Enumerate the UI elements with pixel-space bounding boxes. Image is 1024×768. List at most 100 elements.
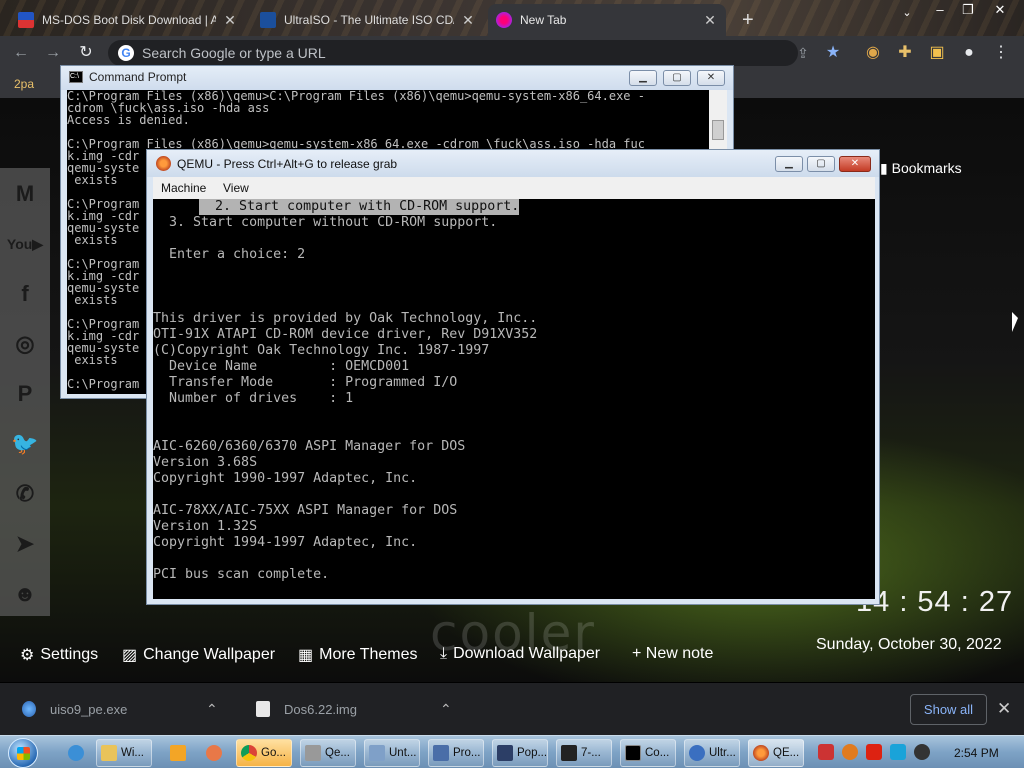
dos-line: Device Name : OEMCD001	[153, 359, 410, 374]
app-icon	[497, 745, 513, 761]
start-button[interactable]	[8, 738, 38, 768]
qemu-menu-bar: Machine View	[153, 177, 875, 199]
taskbar-item-command-prompt[interactable]: Co...	[620, 739, 676, 767]
bookmark-item[interactable]: 2pa	[14, 77, 34, 91]
dos-line: Version 1.32S	[153, 519, 258, 534]
facebook-icon[interactable]: f	[4, 274, 46, 314]
back-icon[interactable]: ←	[10, 42, 32, 64]
taskbar-label: Qe...	[325, 747, 350, 759]
close-window-icon[interactable]: ✕	[990, 2, 1010, 20]
tab-msdos-boot-disk[interactable]: MS-DOS Boot Disk Download | A ✕	[10, 4, 246, 36]
cmd-title-bar[interactable]: C:\ Command Prompt ▁ ▢ ✕	[61, 66, 733, 90]
ie-pinned[interactable]	[62, 739, 90, 767]
more-themes-label: More Themes	[319, 646, 418, 663]
extension-icon[interactable]: ◉	[862, 42, 884, 64]
minimize-icon[interactable]: –	[930, 2, 950, 20]
plus-icon: +	[742, 8, 754, 31]
taskbar-item-chrome[interactable]: Go...	[236, 739, 292, 767]
taskbar-label: Ultr...	[709, 747, 736, 759]
close-button[interactable]: ✕	[697, 70, 725, 86]
share-icon[interactable]: ⇪	[792, 42, 814, 64]
highlighted-menu-option: 2. Start computer with CD-ROM support.	[199, 199, 520, 215]
dos-line: Copyright 1994-1997 Adaptec, Inc.	[153, 535, 418, 550]
dos-line: 3. Start computer without CD-ROM support…	[153, 215, 498, 230]
ultraiso-icon	[260, 12, 276, 28]
reddit-icon[interactable]: ☻	[4, 574, 46, 614]
tray-search-icon[interactable]	[842, 744, 858, 760]
media-player-pinned[interactable]	[164, 739, 192, 767]
show-all-button[interactable]: Show all	[910, 694, 987, 725]
tray-volume-icon[interactable]	[914, 744, 930, 760]
close-tab-icon[interactable]: ✕	[222, 12, 238, 29]
taskbar-item-pop[interactable]: Pop...	[492, 739, 548, 767]
windows-logo-icon	[17, 747, 30, 760]
taskbar-item-windows-explorer[interactable]: Wi...	[96, 739, 152, 767]
bookmarks-folder[interactable]: ▮ Bookmarks	[880, 160, 962, 177]
instagram-icon[interactable]: ◎	[4, 324, 46, 364]
tab-ultraiso[interactable]: UltraISO - The Ultimate ISO CD/ ✕	[252, 4, 484, 36]
telegram-icon[interactable]: ➤	[4, 524, 46, 564]
settings-link[interactable]: ⚙ Settings	[20, 645, 98, 665]
download-item-uiso9[interactable]: uiso9_pe.exe ⌃	[22, 683, 228, 735]
dos-line: This driver is provided by Oak Technolog…	[153, 311, 538, 326]
change-wallpaper-link[interactable]: ▨ Change Wallpaper	[122, 645, 275, 665]
tray-flag-icon[interactable]	[866, 744, 882, 760]
omnibox-input[interactable]	[142, 44, 642, 62]
taskbar-item-untitled[interactable]: Unt...	[364, 739, 420, 767]
tray-network-icon[interactable]	[890, 744, 906, 760]
console-icon: C:\	[69, 71, 83, 83]
restore-icon[interactable]: ❐	[958, 2, 978, 20]
qemu-window[interactable]: QEMU - Press Ctrl+Alt+G to release grab …	[146, 149, 880, 605]
close-shelf-icon[interactable]: ✕	[997, 699, 1011, 719]
download-wallpaper-link[interactable]: ⤓ Download Wallpaper	[440, 645, 600, 663]
maximize-button[interactable]: ▢	[807, 156, 835, 172]
menu-kebab-icon[interactable]: ⋮	[990, 42, 1012, 64]
tab-new-tab[interactable]: New Tab ✕	[488, 4, 726, 36]
download-item-dos622[interactable]: Dos6.22.img ⌃	[256, 683, 462, 735]
tray-app-icon[interactable]	[818, 744, 834, 760]
close-tab-icon[interactable]: ✕	[460, 12, 476, 29]
minimize-button[interactable]: ▁	[775, 156, 803, 172]
taskbar-item-ultraiso[interactable]: Ultr...	[684, 739, 740, 767]
gmail-icon[interactable]: M	[4, 174, 46, 214]
youtube-icon[interactable]: You▶	[4, 224, 46, 264]
scroll-thumb[interactable]	[712, 120, 724, 140]
qemu-title-bar[interactable]: QEMU - Press Ctrl+Alt+G to release grab …	[147, 150, 879, 177]
taskbar-item-7zip[interactable]: 7-...	[556, 739, 612, 767]
whatsapp-icon[interactable]: ✆	[4, 474, 46, 514]
social-sidebar: M You▶ f ◎ P 🐦 ✆ ➤ ☻	[0, 168, 50, 616]
pinterest-icon[interactable]: P	[4, 374, 46, 414]
maximize-button[interactable]: ▢	[663, 70, 691, 86]
bookmarks-label: Bookmarks	[891, 160, 962, 176]
tab-search-icon[interactable]: ⌄	[900, 6, 914, 24]
menu-view[interactable]: View	[223, 181, 249, 195]
console-icon	[625, 745, 641, 761]
address-bar[interactable]: G	[108, 40, 798, 66]
menu-machine[interactable]: Machine	[161, 181, 206, 195]
taskbar-item-qemu[interactable]: Qe...	[300, 739, 356, 767]
chevron-up-icon[interactable]: ⌃	[440, 701, 452, 718]
chevron-up-icon[interactable]: ⌃	[206, 701, 218, 718]
taskbar-item-qemu-active[interactable]: QE...	[748, 739, 804, 767]
site-flag-icon	[18, 12, 34, 28]
taskbar-item-pro[interactable]: Pro...	[428, 739, 484, 767]
new-note-link[interactable]: + New note	[632, 645, 713, 663]
taskbar-clock[interactable]: 2:54 PM	[954, 746, 999, 760]
new-tab-button[interactable]: +	[734, 4, 764, 36]
dos-line: Number of drives : 1	[153, 391, 354, 406]
qemu-display[interactable]: 2. Start computer with CD-ROM support. 3…	[153, 199, 875, 599]
twitter-icon[interactable]: 🐦	[4, 424, 46, 464]
google-icon: G	[118, 45, 134, 61]
profile-avatar-icon[interactable]: ●	[958, 42, 980, 64]
reload-icon[interactable]: ↻	[75, 42, 97, 64]
paint-pinned[interactable]	[200, 739, 228, 767]
bookmark-star-icon[interactable]: ★	[822, 42, 844, 64]
minimize-button[interactable]: ▁	[629, 70, 657, 86]
close-tab-icon[interactable]: ✕	[702, 12, 718, 29]
side-panel-icon[interactable]: ▣	[926, 42, 948, 64]
installer-file-icon	[22, 701, 36, 717]
forward-icon[interactable]: →	[42, 42, 64, 64]
close-button[interactable]: ✕	[839, 156, 871, 172]
extensions-puzzle-icon[interactable]: ✚	[894, 42, 916, 64]
more-themes-link[interactable]: ▦ More Themes	[298, 645, 418, 665]
